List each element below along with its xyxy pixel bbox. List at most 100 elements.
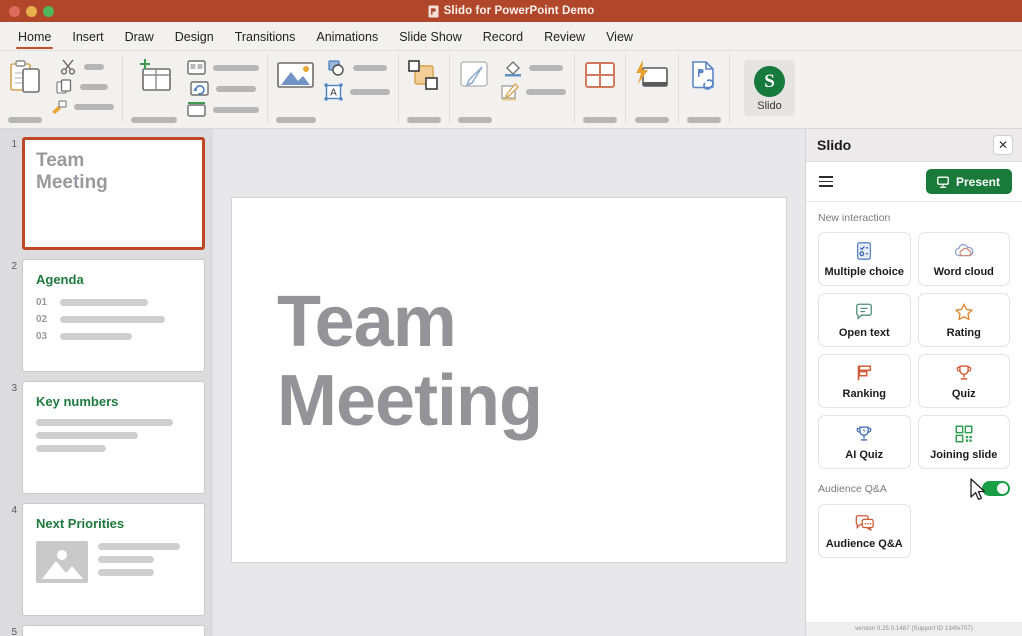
interaction-card-label: AI Quiz — [845, 448, 884, 461]
cut-command[interactable] — [60, 59, 104, 75]
minimize-window-button[interactable] — [26, 5, 37, 17]
slido-sidebar-panel: Slido ✕ Present New interaction Multiple… — [805, 129, 1022, 636]
interaction-card-joining-slide[interactable]: Joining slide — [917, 415, 1010, 469]
present-button-label: Present — [955, 174, 1000, 189]
shape-format-button[interactable] — [458, 59, 492, 123]
thumbnail-row-5[interactable]: 5 — [0, 625, 205, 636]
format-painter-label-placeholder — [74, 104, 114, 110]
interaction-card-audience-qa[interactable]: Audience Q&A — [818, 504, 911, 558]
tab-animations[interactable]: Animations — [306, 27, 388, 46]
morph-button[interactable] — [634, 59, 670, 123]
tab-draw[interactable]: Draw — [115, 27, 164, 46]
close-icon[interactable]: ✕ — [993, 135, 1013, 155]
interaction-card-word-cloud[interactable]: Word cloud — [917, 232, 1010, 286]
reset-command[interactable] — [190, 80, 256, 97]
interaction-card-open-text[interactable]: Open text — [818, 293, 911, 347]
arrange-button[interactable] — [407, 59, 441, 123]
ribbon-group-arrange — [399, 55, 450, 123]
content-line — [98, 569, 154, 576]
thumbnail-row-2[interactable]: 2 Agenda 01 02 03 — [0, 259, 205, 372]
tab-review[interactable]: Review — [534, 27, 595, 46]
reset-label-placeholder — [216, 85, 256, 92]
copy-command[interactable] — [56, 79, 108, 95]
slides-commands — [177, 59, 259, 123]
tab-slide-show[interactable]: Slide Show — [389, 27, 472, 46]
image-placeholder-icon — [36, 541, 88, 583]
shapes-command[interactable] — [327, 59, 387, 77]
qr-code-icon — [955, 425, 973, 442]
section-command[interactable] — [187, 101, 259, 118]
thumbnail-title: Agenda — [36, 272, 84, 287]
thumbnail-row-4[interactable]: 4 Next Priorities — [0, 503, 205, 616]
hamburger-menu-icon[interactable] — [819, 175, 833, 188]
ribbon-group-export — [679, 55, 730, 123]
agenda-item: 03 — [36, 331, 191, 342]
audience-qa-section-header: Audience Q&A — [818, 478, 1010, 501]
designer-button[interactable] — [583, 59, 617, 123]
audience-qa-toggle[interactable] — [982, 481, 1010, 496]
designer-grid-icon — [585, 62, 615, 88]
slide-canvas[interactable]: Team Meeting — [213, 129, 805, 636]
close-window-button[interactable] — [9, 5, 20, 17]
slide-thumbnail-4[interactable]: Next Priorities — [22, 503, 205, 616]
tab-view[interactable]: View — [596, 27, 643, 46]
tab-home[interactable]: Home — [8, 27, 61, 49]
thumbnail-row-3[interactable]: 3 Key numbers — [0, 381, 205, 494]
pen-edit-icon — [501, 83, 519, 101]
window-title: Slido for PowerPoint Demo — [443, 5, 595, 17]
pictures-label-placeholder — [276, 117, 316, 123]
paste-button[interactable] — [8, 59, 42, 123]
shape-fill-command[interactable] — [503, 59, 563, 77]
ribbon-group-images: A — [268, 55, 399, 123]
slide-layout-icon — [187, 60, 206, 75]
interaction-card-label: Joining slide — [930, 448, 998, 461]
slido-panel-body: New interaction Multiple choice Word clo… — [806, 202, 1022, 622]
ribbon-tabbar: Home Insert Draw Design Transitions Anim… — [0, 22, 1022, 51]
pdf-link-button[interactable] — [687, 59, 721, 123]
thumbnail-row-1[interactable]: 1 Team Meeting — [0, 137, 205, 250]
open-text-icon — [856, 303, 873, 320]
current-slide[interactable]: Team Meeting — [231, 196, 787, 563]
tab-record[interactable]: Record — [473, 27, 533, 46]
slide-thumbnail-3[interactable]: Key numbers — [22, 381, 205, 494]
slide-title-textbox[interactable]: Team Meeting — [277, 282, 543, 441]
thumbnail-title-line-1: Team — [36, 150, 85, 171]
slido-logo-icon: S — [754, 66, 785, 97]
new-slide-label-placeholder — [131, 117, 177, 123]
ai-quiz-trophy-icon — [856, 426, 872, 441]
shape-outline-command[interactable] — [500, 83, 566, 101]
interaction-card-multiple-choice[interactable]: Multiple choice — [818, 232, 911, 286]
ribbon-group-designer — [575, 55, 626, 123]
slido-ribbon-button[interactable]: S Slido — [744, 60, 795, 116]
interaction-card-quiz[interactable]: Quiz — [917, 354, 1010, 408]
agenda-item: 02 — [36, 314, 191, 325]
drawing-commands — [492, 59, 566, 123]
scissors-icon — [60, 59, 76, 75]
interaction-card-rating[interactable]: Rating — [917, 293, 1010, 347]
maximize-window-button[interactable] — [43, 5, 54, 17]
morph-label-placeholder — [635, 117, 669, 123]
shape-format-label-placeholder — [458, 117, 492, 123]
tab-insert[interactable]: Insert — [62, 27, 113, 46]
interaction-card-ranking[interactable]: Ranking — [818, 354, 911, 408]
interaction-card-ai-quiz[interactable]: AI Quiz — [818, 415, 911, 469]
cut-label-placeholder — [84, 64, 104, 70]
tab-transitions[interactable]: Transitions — [225, 27, 306, 46]
new-slide-button[interactable] — [131, 59, 177, 123]
slide-thumbnail-panel[interactable]: 1 Team Meeting 2 Agenda 01 02 03 3 Key n… — [0, 129, 213, 636]
tab-design[interactable]: Design — [165, 27, 224, 46]
slide-thumbnail-2[interactable]: Agenda 01 02 03 — [22, 259, 205, 372]
agenda-item-number: 03 — [36, 331, 48, 342]
quiz-trophy-icon — [956, 365, 972, 380]
slide-thumbnail-1[interactable]: Team Meeting — [22, 137, 205, 250]
powerpoint-file-icon — [428, 5, 439, 17]
interaction-card-label: Ranking — [842, 387, 886, 400]
text-box-command[interactable]: A — [324, 83, 390, 101]
present-button[interactable]: Present — [925, 169, 1012, 194]
designer-label-placeholder — [583, 117, 617, 123]
slido-panel-footer: version 0.25.0.1487 (Support ID 134fe707… — [806, 622, 1022, 636]
pictures-button[interactable] — [276, 59, 316, 123]
slide-thumbnail-5[interactable] — [22, 625, 205, 636]
layout-command[interactable] — [187, 59, 259, 76]
format-painter-command[interactable] — [50, 99, 114, 115]
